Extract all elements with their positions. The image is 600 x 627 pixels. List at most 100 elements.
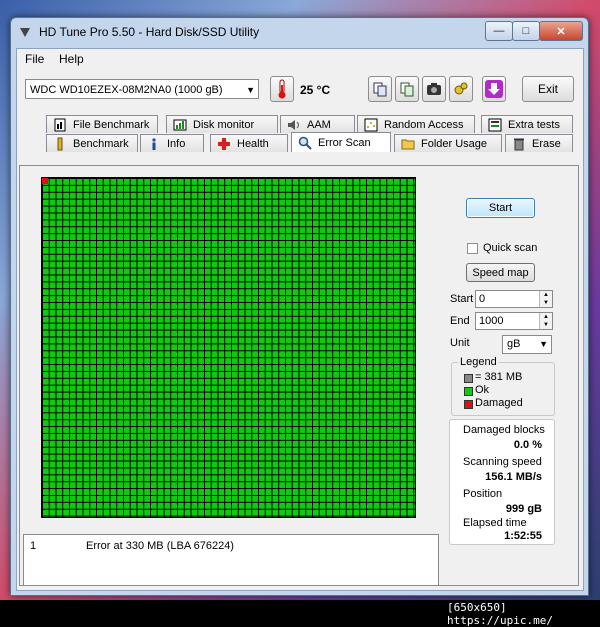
camera-icon bbox=[427, 83, 441, 95]
tab-label: Erase bbox=[532, 137, 561, 150]
quick-scan-checkbox[interactable] bbox=[467, 243, 478, 254]
position-value: 999 gB bbox=[505, 503, 542, 515]
trash-icon bbox=[514, 138, 524, 150]
unit-select[interactable]: gB ▼ bbox=[502, 335, 552, 354]
menu-help[interactable]: Help bbox=[59, 52, 84, 66]
drive-select-value: WDC WD10EZEX-08M2NA0 (1000 gB) bbox=[30, 84, 223, 96]
menu-bar: File Help bbox=[17, 49, 583, 69]
ok-label: Ok bbox=[475, 384, 490, 396]
unit-label: Unit bbox=[450, 337, 470, 349]
save-button[interactable] bbox=[482, 76, 506, 102]
drive-select[interactable]: WDC WD10EZEX-08M2NA0 (1000 gB) ▼ bbox=[25, 79, 259, 99]
exit-button[interactable]: Exit bbox=[522, 76, 574, 102]
legend-title: Legend bbox=[458, 356, 499, 368]
end-spinner[interactable]: ▲ ▼ bbox=[539, 313, 552, 329]
info-icon bbox=[152, 137, 156, 150]
tab-erase[interactable]: Erase bbox=[505, 134, 573, 152]
image-host-caption: [650x650] https://upic.me/ bbox=[447, 601, 553, 627]
extra-tests-icon bbox=[488, 118, 502, 131]
quick-scan-label: Quick scan bbox=[483, 242, 538, 254]
log-entry-message: Error at 330 MB (LBA 676224) bbox=[86, 540, 234, 552]
copy-icon bbox=[373, 82, 387, 97]
block-size-swatch bbox=[464, 374, 473, 383]
tab-folder-usage[interactable]: Folder Usage bbox=[394, 134, 502, 152]
error-scan-panel: Start Quick scan Speed map Start 0 ▲ ▼ En… bbox=[19, 165, 579, 586]
tab-extra-tests[interactable]: Extra tests bbox=[481, 115, 573, 133]
title-bar[interactable]: HD Tune Pro 5.50 - Hard Disk/SSD Utility… bbox=[11, 18, 588, 46]
tab-label: Benchmark bbox=[73, 137, 129, 150]
damaged-blocks-label: Damaged blocks bbox=[463, 424, 545, 436]
tab-info[interactable]: Info bbox=[140, 134, 204, 152]
tab-label: AAM bbox=[307, 118, 331, 131]
close-icon: ✕ bbox=[556, 25, 566, 38]
start-field[interactable]: 0 ▲ ▼ bbox=[475, 290, 553, 308]
legend: Legend = 381 MB Ok Damaged bbox=[451, 356, 555, 416]
magnifier-icon bbox=[298, 136, 312, 150]
maximize-button[interactable]: □ bbox=[512, 21, 540, 41]
damaged-swatch bbox=[464, 400, 473, 409]
tab-label: Health bbox=[237, 137, 269, 150]
ok-swatch bbox=[464, 387, 473, 396]
elapsed-time-value: 1:52:55 bbox=[504, 530, 542, 542]
chevron-down-icon: ▼ bbox=[539, 339, 548, 349]
tab-random-access[interactable]: Random Access bbox=[357, 115, 475, 133]
stats-panel: Damaged blocks 0.0 % Scanning speed 156.… bbox=[449, 419, 555, 545]
app-icon bbox=[20, 28, 30, 37]
tab-label: Extra tests bbox=[508, 118, 560, 131]
random-access-icon bbox=[364, 118, 378, 131]
minimize-button[interactable]: — bbox=[485, 21, 513, 41]
tab-aam[interactable]: AAM bbox=[280, 115, 355, 133]
app-window: HD Tune Pro 5.50 - Hard Disk/SSD Utility… bbox=[10, 17, 589, 596]
tab-label: File Benchmark bbox=[73, 118, 150, 131]
start-spinner[interactable]: ▲ ▼ bbox=[539, 291, 552, 307]
block-size-label: = 381 MB bbox=[475, 371, 523, 383]
end-field-value: 1000 bbox=[479, 315, 504, 327]
benchmark-icon bbox=[57, 137, 63, 150]
tab-error-scan[interactable]: Error Scan bbox=[291, 132, 391, 152]
copy-all-icon bbox=[400, 82, 414, 97]
position-label: Position bbox=[463, 488, 503, 500]
unit-select-value: gB bbox=[507, 338, 521, 350]
tab-disk-monitor[interactable]: Disk monitor bbox=[166, 115, 278, 133]
start-field-value: 0 bbox=[479, 293, 486, 305]
temperature-readout: 25 °C bbox=[300, 83, 331, 97]
tab-label: Error Scan bbox=[318, 136, 371, 149]
start-field-label: Start bbox=[450, 293, 474, 305]
scan-block-map bbox=[41, 177, 416, 518]
start-button[interactable]: Start bbox=[466, 198, 535, 218]
error-log-list[interactable]: 1 Error at 330 MB (LBA 676224) bbox=[23, 534, 439, 586]
damaged-blocks-value: 0.0 % bbox=[513, 439, 542, 451]
download-icon bbox=[485, 80, 503, 98]
folder-icon bbox=[401, 139, 415, 149]
chevron-down-icon: ▼ bbox=[246, 85, 255, 95]
screenshot-button[interactable] bbox=[422, 76, 446, 102]
tab-health[interactable]: Health bbox=[210, 134, 288, 152]
end-field-label: End bbox=[450, 315, 470, 327]
menu-file[interactable]: File bbox=[25, 52, 44, 66]
close-button[interactable]: ✕ bbox=[539, 21, 583, 41]
copy-all-button[interactable] bbox=[395, 76, 419, 102]
speed-map-button[interactable]: Speed map bbox=[466, 263, 535, 282]
damaged-label: Damaged bbox=[475, 397, 523, 409]
end-field[interactable]: 1000 ▲ ▼ bbox=[475, 312, 553, 330]
options-icon bbox=[454, 82, 468, 95]
temperature-button[interactable] bbox=[270, 76, 294, 102]
tab-label: Folder Usage bbox=[421, 137, 488, 150]
tab-file-benchmark[interactable]: File Benchmark bbox=[46, 115, 158, 133]
health-cross-icon bbox=[218, 137, 230, 150]
tab-label: Info bbox=[167, 137, 186, 150]
damaged-block-cell bbox=[42, 178, 48, 184]
options-button[interactable] bbox=[449, 76, 473, 102]
speed-map-button-label: Speed map bbox=[472, 266, 529, 279]
scanning-speed-value: 156.1 MB/s bbox=[485, 471, 542, 483]
speaker-icon bbox=[288, 119, 299, 130]
minimize-icon: — bbox=[493, 25, 505, 37]
elapsed-time-label: Elapsed time bbox=[463, 517, 527, 529]
maximize-icon: □ bbox=[522, 25, 530, 37]
file-benchmark-icon bbox=[54, 118, 66, 131]
thermometer-icon bbox=[278, 79, 286, 99]
client-area: File Help WDC WD10EZEX-08M2NA0 (1000 gB)… bbox=[16, 48, 584, 591]
tab-label: Disk monitor bbox=[193, 118, 255, 131]
copy-info-button[interactable] bbox=[368, 76, 392, 102]
tab-benchmark[interactable]: Benchmark bbox=[46, 134, 138, 152]
